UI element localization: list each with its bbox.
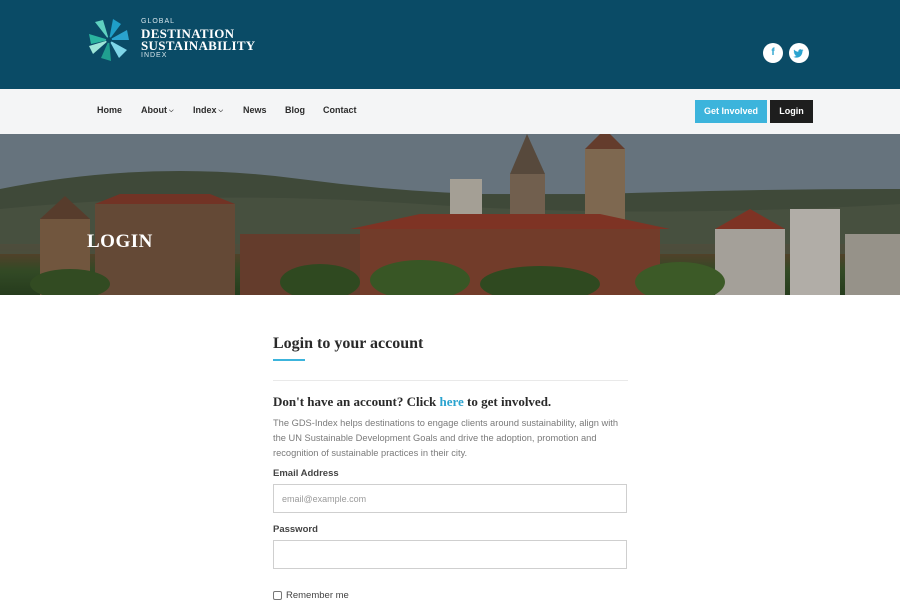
description-text: The GDS-Index helps destinations to enga…	[273, 418, 619, 458]
signup-suffix: to get involved.	[463, 394, 552, 409]
nav-label: Home	[97, 105, 123, 115]
chevron-down-icon: ⌵	[169, 108, 174, 114]
heading-underline	[273, 359, 305, 361]
twitter-icon[interactable]	[789, 43, 809, 63]
signup-prefix: Don't have an account? Click	[273, 394, 440, 409]
nav-item-news[interactable]: News	[243, 105, 267, 115]
signup-here-link[interactable]: here	[439, 394, 463, 409]
signup-prompt: Don't have an account? Click here to get…	[273, 394, 551, 410]
password-field[interactable]	[273, 540, 627, 569]
hero-banner: LOGIN	[0, 134, 900, 295]
nav-label: Contact	[323, 105, 357, 115]
email-field[interactable]	[273, 484, 627, 513]
facebook-icon[interactable]: f	[763, 43, 783, 63]
logo-text-global: GLOBAL	[141, 18, 176, 25]
logo-text-index: INDEX	[141, 52, 168, 59]
nav-item-index[interactable]: Index ⌵	[193, 105, 223, 116]
remember-me-label[interactable]: Remember me	[286, 590, 349, 600]
remember-me-checkbox[interactable]	[273, 591, 282, 600]
page-title: LOGIN	[87, 231, 153, 252]
twitter-bird-icon	[793, 49, 804, 58]
site-logo[interactable]: GLOBAL DESTINATION SUSTAINABILITY INDEX	[86, 17, 256, 63]
city-skyline-image	[0, 134, 900, 295]
top-header: GLOBAL DESTINATION SUSTAINABILITY INDEX …	[0, 0, 900, 89]
nav-item-contact[interactable]: Contact	[323, 105, 357, 115]
logo-text-sustainability: SUSTAINABILITY	[141, 38, 256, 53]
email-label: Email Address	[273, 468, 339, 479]
divider	[273, 380, 628, 381]
nav-label: About	[141, 105, 167, 115]
nav-item-home[interactable]: Home	[97, 105, 122, 115]
remember-me-row: Remember me	[273, 590, 349, 600]
main-navbar: Home About ⌵ Index ⌵ News Blog Contact Get…	[0, 89, 900, 134]
login-nav-button[interactable]: Login	[770, 100, 813, 123]
password-label: Password	[273, 524, 318, 535]
get-involved-button[interactable]: Get Involved	[695, 100, 767, 123]
chevron-down-icon: ⌵	[218, 108, 224, 114]
nav-label: Index	[193, 105, 217, 115]
nav-label: News	[243, 105, 267, 115]
logo-icon	[89, 19, 129, 61]
nav-item-blog[interactable]: Blog	[285, 105, 305, 115]
nav-label: Blog	[285, 105, 305, 115]
login-heading: Login to your account	[273, 335, 424, 352]
nav-item-about[interactable]: About ⌵	[141, 105, 174, 116]
